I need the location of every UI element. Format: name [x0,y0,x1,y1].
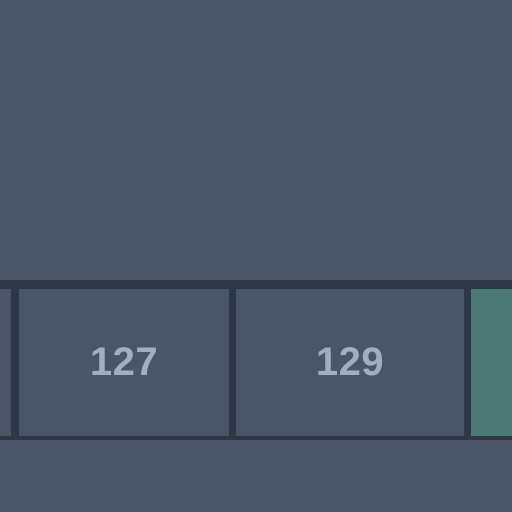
screen: 127 129 [0,0,512,512]
strip-cell-highlighted[interactable] [471,289,512,436]
number-strip: 127 129 [0,280,512,440]
strip-cell-127[interactable]: 127 [19,289,229,436]
strip-cell-previous[interactable] [0,289,11,436]
strip-cell-129[interactable]: 129 [236,289,464,436]
